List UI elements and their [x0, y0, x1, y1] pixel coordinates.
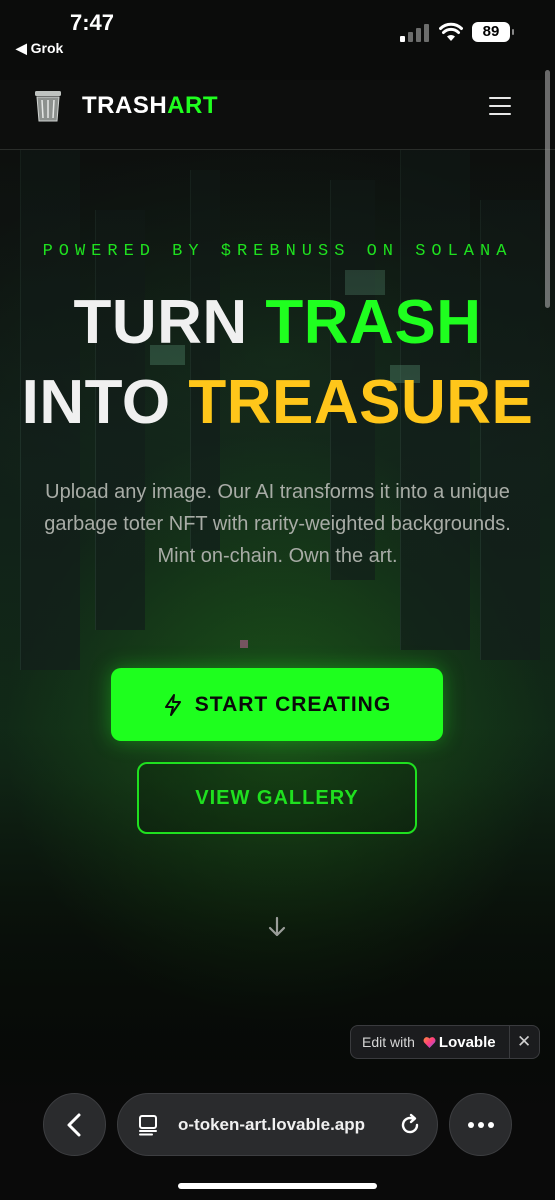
view-gallery-label: VIEW GALLERY — [195, 786, 359, 809]
brand-text-green: ART — [167, 92, 218, 119]
brand-logo[interactable]: TRASHART — [82, 92, 218, 120]
view-gallery-button[interactable]: VIEW GALLERY — [137, 762, 417, 834]
battery-indicator: 89 — [472, 22, 514, 42]
reload-icon[interactable] — [398, 1113, 422, 1137]
heading-trash: TRASH — [265, 288, 482, 357]
back-to-app-link[interactable]: ◀ Grok — [16, 40, 63, 57]
ellipsis-icon — [468, 1122, 494, 1128]
browser-back-button[interactable] — [43, 1093, 106, 1156]
arrow-down-icon[interactable] — [265, 915, 289, 939]
badge-text: Edit with — [362, 1034, 415, 1050]
wifi-icon — [439, 22, 463, 41]
hero-tagline: POWERED BY $REBNUSS ON SOLANA — [42, 242, 513, 261]
hero-description: Upload any image. Our AI transforms it i… — [44, 481, 511, 567]
address-bar[interactable]: o-token-art.lovable.app — [117, 1093, 438, 1156]
lovable-heart-icon — [423, 1036, 436, 1048]
close-icon[interactable]: ✕ — [517, 1032, 531, 1052]
start-creating-label: START CREATING — [194, 692, 392, 716]
heading-into: INTO — [21, 368, 189, 437]
heading-treasure: TREASURE — [188, 368, 534, 437]
hero-heading-line-2: INTO TREASURE — [0, 368, 555, 438]
heading-turn: TURN — [73, 288, 266, 357]
browser-toolbar: o-token-art.lovable.app — [0, 1060, 555, 1200]
more-options-button[interactable] — [449, 1093, 512, 1156]
url-text: o-token-art.lovable.app — [178, 1115, 366, 1134]
status-bar: 7:47 ◀ Grok 89 — [0, 0, 555, 80]
site-header: TRASHART — [0, 80, 555, 150]
start-creating-button[interactable]: START CREATING — [111, 668, 443, 741]
home-indicator[interactable] — [178, 1183, 377, 1189]
edit-with-lovable-badge[interactable]: Edit with Lovable ✕ — [350, 1025, 540, 1059]
brand-text-white: TRASH — [82, 92, 168, 119]
trash-bin-icon — [35, 91, 61, 122]
hero-heading-line-1: TURN TRASH — [0, 288, 555, 358]
badge-brand: Lovable — [438, 1033, 496, 1051]
chevron-left-icon — [67, 1113, 81, 1137]
tabs-icon — [139, 1115, 157, 1136]
status-time: 7:47 — [70, 10, 115, 35]
lightning-icon — [164, 693, 181, 716]
signal-icon — [400, 24, 430, 42]
hamburger-icon[interactable] — [489, 97, 511, 115]
page-scrollbar[interactable] — [545, 70, 550, 308]
badge-divider — [509, 1026, 510, 1058]
